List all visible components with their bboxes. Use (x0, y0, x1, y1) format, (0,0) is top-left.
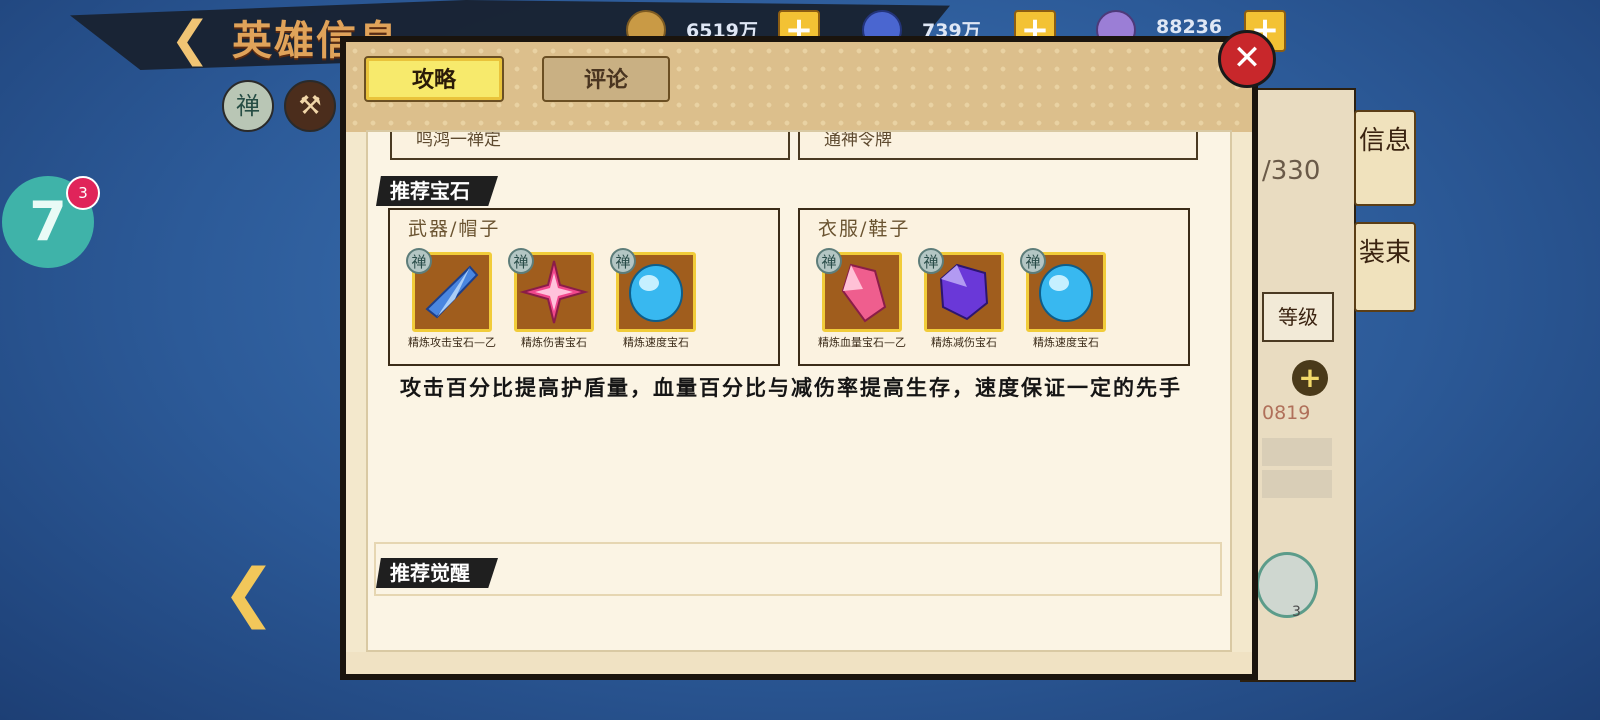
zen-badge: 禅 (508, 248, 534, 274)
gem-label: 精炼攻击宝石—乙 (408, 336, 496, 349)
cut-item: 通神令牌 (798, 130, 1198, 160)
shield-icon[interactable] (1256, 552, 1318, 618)
gem-label: 精炼速度宝石 (1033, 336, 1099, 349)
panel-title: 衣服/鞋子 (818, 218, 911, 240)
dialog-header: 攻略 评论 (346, 42, 1252, 132)
tools-icon[interactable]: ⚒ (284, 80, 336, 132)
gem-label: 精炼血量宝石—乙 (818, 336, 906, 349)
zen-badge: 禅 (406, 248, 432, 274)
back-arrow-icon[interactable]: ❮ (170, 14, 220, 64)
hero-count-text: /330 (1262, 156, 1321, 186)
zen-badge: 禅 (1020, 248, 1046, 274)
stat-bar (1262, 470, 1332, 498)
tab-comments[interactable]: 评论 (542, 56, 670, 102)
strategy-dialog: 攻略 评论 鸣鸿一禅定 通神令牌 推荐宝石 武器/帽子 禅 精炼攻击宝石—乙 禅… (340, 36, 1258, 680)
dialog-footer (346, 652, 1252, 674)
zen-badge: 禅 (918, 248, 944, 274)
cut-item-text: 鸣鸿一禅定 (416, 130, 501, 150)
strategy-content: 鸣鸿一禅定 通神令牌 推荐宝石 武器/帽子 禅 精炼攻击宝石—乙 禅 精炼伤害宝… (366, 130, 1232, 652)
gem-label: 精炼伤害宝石 (521, 336, 587, 349)
close-icon[interactable]: ✕ (1218, 30, 1276, 88)
tab-equip[interactable]: 装束 (1354, 222, 1416, 312)
zen-icon[interactable]: 禅 (222, 80, 274, 132)
power-number: 0819 (1262, 402, 1311, 424)
gem-recommendation-text: 攻击百分比提高护盾量，血量百分比与减伤率提高生存，速度保证一定的先手 (400, 376, 1182, 400)
gem-panel-weapon-hat: 武器/帽子 禅 精炼攻击宝石—乙 禅 精炼伤害宝石 禅 精炼速度宝石 (388, 208, 780, 366)
section-title-awaken: 推荐觉醒 (376, 558, 498, 588)
stat-bar (1262, 438, 1332, 466)
cut-item-text: 通神令牌 (824, 130, 892, 150)
level-button[interactable]: 等级 (1262, 292, 1334, 342)
zen-badge: 禅 (610, 248, 636, 274)
tab-info[interactable]: 信息 (1354, 110, 1416, 206)
awaken-section (374, 542, 1222, 596)
panel-title: 武器/帽子 (408, 218, 501, 240)
gem-label: 精炼速度宝石 (623, 336, 689, 349)
notification-count: 3 (66, 176, 100, 210)
currency-value: 88236 (1156, 16, 1223, 38)
shield-count: 3 (1292, 604, 1301, 620)
section-title-gems: 推荐宝石 (376, 176, 498, 206)
prev-hero-arrow-icon[interactable]: ❮ (222, 556, 276, 630)
add-icon[interactable]: + (1292, 360, 1328, 396)
zen-badge: 禅 (816, 248, 842, 274)
gem-panel-clothes-shoes: 衣服/鞋子 禅 精炼血量宝石—乙 禅 精炼减伤宝石 禅 精炼速度宝石 (798, 208, 1190, 366)
cut-item: 鸣鸿一禅定 (390, 130, 790, 160)
gem-label: 精炼减伤宝石 (931, 336, 997, 349)
tab-strategy[interactable]: 攻略 (364, 56, 504, 102)
